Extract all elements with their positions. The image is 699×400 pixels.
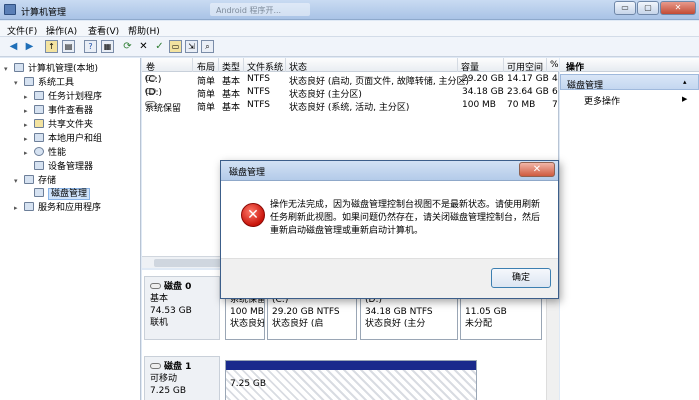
collapse-icon[interactable]: ▾ <box>14 177 22 185</box>
tree-storage[interactable]: ▾ 存储 <box>14 173 56 186</box>
window-title: 计算机管理 <box>21 8 67 18</box>
computer-icon <box>14 63 24 72</box>
error-dialog: 磁盘管理 ✕ ✕ 操作无法完成，因为磁盘管理控制台视图不是最新状态。请使用刷新任… <box>220 160 559 299</box>
clock-icon <box>34 91 44 100</box>
folder-icon <box>34 119 44 128</box>
computer-management-icon <box>4 4 16 15</box>
performance-icon <box>34 147 44 156</box>
expand-icon[interactable]: ▸ <box>14 204 22 212</box>
col-type[interactable]: 类型 <box>222 60 240 73</box>
tree-device-manager[interactable]: 设备管理器 <box>34 159 93 172</box>
device-manager-icon <box>34 161 44 170</box>
menu-view[interactable]: 查看(V) <box>88 24 119 37</box>
dialog-footer: 确定 <box>221 258 558 298</box>
zoom-icon[interactable]: ⌕ <box>201 40 214 53</box>
col-percent[interactable]: % <box>550 60 559 70</box>
maximize-button[interactable]: ▢ <box>637 1 659 15</box>
disk-icon <box>150 363 161 369</box>
ok-button[interactable]: 确定 <box>491 268 551 288</box>
col-free-space[interactable]: 可用空间 <box>507 60 543 73</box>
volume-list-header: 卷 布局 类型 文件系统 状态 容量 可用空间 % <box>142 58 559 73</box>
tree-disk-management[interactable]: 磁盘管理 <box>34 186 91 200</box>
users-icon <box>34 133 44 142</box>
expand-icon[interactable]: ▸ <box>24 107 32 115</box>
col-filesystem[interactable]: 文件系统 <box>247 60 283 73</box>
services-icon <box>24 202 34 211</box>
menu-file[interactable]: 文件(F) <box>7 24 37 37</box>
tree-services[interactable]: ▸ 服务和应用程序 <box>14 200 101 213</box>
expand-icon[interactable]: ▸ <box>24 93 32 101</box>
col-volume[interactable]: 卷 <box>146 60 155 73</box>
refresh-icon[interactable]: ⟳ <box>121 40 134 53</box>
expand-icon[interactable]: ▸ <box>24 135 32 143</box>
expand-icon[interactable]: ▸ <box>24 149 32 157</box>
event-log-icon <box>34 105 44 114</box>
collapse-icon[interactable]: ▴ <box>683 78 687 86</box>
actions-group-disk-management[interactable]: 磁盘管理 ▴ <box>560 74 699 91</box>
dialog-close-button[interactable]: ✕ <box>519 162 555 177</box>
volume-row[interactable]: 系统保留 简单 基本 NTFS 状态良好 (系统, 活动, 主分区) 100 M… <box>142 99 559 114</box>
tools-icon <box>24 77 34 86</box>
disk-1-label[interactable]: 磁盘 1 可移动 7.25 GB <box>144 356 220 400</box>
tree-performance[interactable]: ▸ 性能 <box>24 145 66 158</box>
col-capacity[interactable]: 容量 <box>461 60 479 73</box>
disk-0-label[interactable]: 磁盘 0 基本 74.53 GB 联机 <box>144 276 220 340</box>
dialog-title: 磁盘管理 <box>221 161 558 181</box>
console-tree-icon[interactable]: ▤ <box>62 40 75 53</box>
disk-icon <box>150 283 161 289</box>
tree-event-viewer[interactable]: ▸ 事件查看器 <box>24 103 93 116</box>
export-icon[interactable]: ⇲ <box>185 40 198 53</box>
background-window-title: Android 程序开... <box>210 3 310 16</box>
dialog-message: 操作无法完成，因为磁盘管理控制台视图不是最新状态。请使用刷新任务刷新此视图。如果… <box>270 200 541 236</box>
more-actions-link[interactable]: 更多操作 <box>584 94 620 107</box>
collapse-icon[interactable]: ▾ <box>14 79 22 87</box>
volume-row[interactable]: (C:) 简单 基本 NTFS 状态良好 (启动, 页面文件, 故障转储, 主分… <box>142 73 559 87</box>
check-icon[interactable]: ✓ <box>153 40 166 53</box>
expand-icon[interactable]: ▸ <box>24 121 32 129</box>
disk-management-icon <box>34 188 44 197</box>
navigation-tree: ▾ 计算机管理(本地) ▾ 系统工具 ▸ 任务计划程序 ▸ 事件查看器 ▸ 共享文件夹 ▸… <box>0 58 141 400</box>
tree-local-users[interactable]: ▸ 本地用户和组 <box>24 131 102 144</box>
volume-row[interactable]: (D:) 简单 基本 NTFS 状态良好 (主分区) 34.18 GB 23.6… <box>142 86 559 100</box>
tree-shared-folders[interactable]: ▸ 共享文件夹 <box>24 117 93 130</box>
minimize-button[interactable]: ▭ <box>614 1 636 15</box>
collapse-icon[interactable]: ▾ <box>4 65 12 73</box>
actions-header: 操作 <box>560 58 699 73</box>
actions-pane: 操作 磁盘管理 ▴ 更多操作 ▶ <box>560 58 699 400</box>
tree-root[interactable]: ▾ 计算机管理(本地) <box>4 61 98 74</box>
chevron-right-icon: ▶ <box>682 95 688 103</box>
back-arrow-icon[interactable]: ◀ <box>7 40 20 53</box>
forward-arrow-icon[interactable]: ▶ <box>23 40 36 53</box>
title-bar: 计算机管理 Android 程序开... ▭ ▢ ✕ <box>0 0 699 20</box>
up-folder-icon[interactable]: ↑ <box>45 40 58 53</box>
tree-task-scheduler[interactable]: ▸ 任务计划程序 <box>24 89 102 102</box>
open-icon[interactable]: ▭ <box>169 40 182 53</box>
toolbar: ◀ ▶ ↑ ▤ ? ▦ ⟳ ✕ ✓ ▭ ⇲ ⌕ <box>0 37 699 57</box>
properties-icon[interactable]: ▦ <box>101 40 114 53</box>
help-icon[interactable]: ? <box>84 40 97 53</box>
storage-icon <box>24 175 34 184</box>
tree-system-tools[interactable]: ▾ 系统工具 <box>14 75 74 88</box>
col-status[interactable]: 状态 <box>289 60 307 73</box>
delete-icon[interactable]: ✕ <box>137 40 150 53</box>
close-button[interactable]: ✕ <box>660 1 696 15</box>
error-icon: ✕ <box>241 203 265 227</box>
col-layout[interactable]: 布局 <box>197 60 215 73</box>
menu-action[interactable]: 操作(A) <box>46 24 77 37</box>
partition-removable[interactable]: 7.25 GB <box>225 360 477 400</box>
menu-help[interactable]: 帮助(H) <box>128 24 160 37</box>
menu-bar: 文件(F) 操作(A) 查看(V) 帮助(H) <box>0 21 699 37</box>
